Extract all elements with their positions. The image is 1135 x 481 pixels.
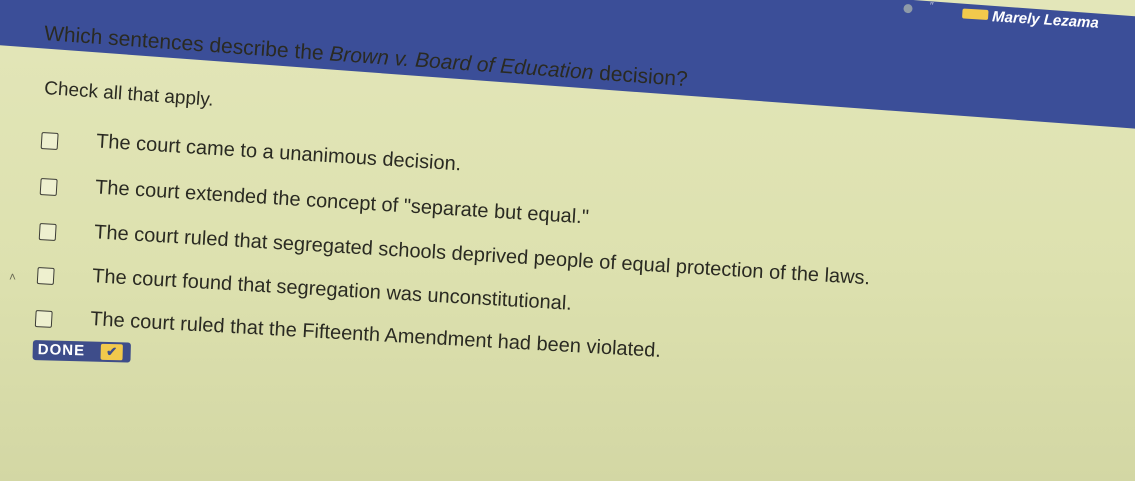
question-prefix: Which sentences describe the bbox=[43, 22, 331, 66]
done-button-label: DONE bbox=[37, 341, 86, 360]
instruction-text: Check all that apply. bbox=[43, 78, 215, 111]
checkmark-icon: ✔ bbox=[100, 343, 123, 361]
question-text: Which sentences describe the Brown v. Bo… bbox=[43, 22, 688, 92]
done-button[interactable]: DONE ✔ bbox=[32, 340, 131, 363]
checkbox-icon[interactable] bbox=[40, 131, 59, 151]
answer-option-label: The court extended the concept of "separ… bbox=[94, 176, 590, 229]
question-suffix: decision? bbox=[592, 61, 689, 92]
checkbox-icon[interactable] bbox=[34, 309, 53, 328]
checkbox-icon[interactable] bbox=[39, 177, 58, 196]
answer-option-label: The court ruled that the Fifteenth Amend… bbox=[89, 308, 662, 362]
case-name: Brown v. Board of Education bbox=[328, 42, 595, 85]
answer-option-label: The court came to a unanimous decision. bbox=[95, 130, 462, 176]
screen: ″ Marely Lezama Which sentences describe… bbox=[0, 0, 1135, 481]
checkbox-icon[interactable] bbox=[38, 222, 57, 241]
question-panel: Which sentences describe the Brown v. Bo… bbox=[0, 0, 1135, 481]
stray-mark: ˄ bbox=[9, 270, 17, 284]
checkbox-icon[interactable] bbox=[36, 266, 55, 285]
answer-option-label: The court found that segregation was unc… bbox=[91, 265, 573, 315]
